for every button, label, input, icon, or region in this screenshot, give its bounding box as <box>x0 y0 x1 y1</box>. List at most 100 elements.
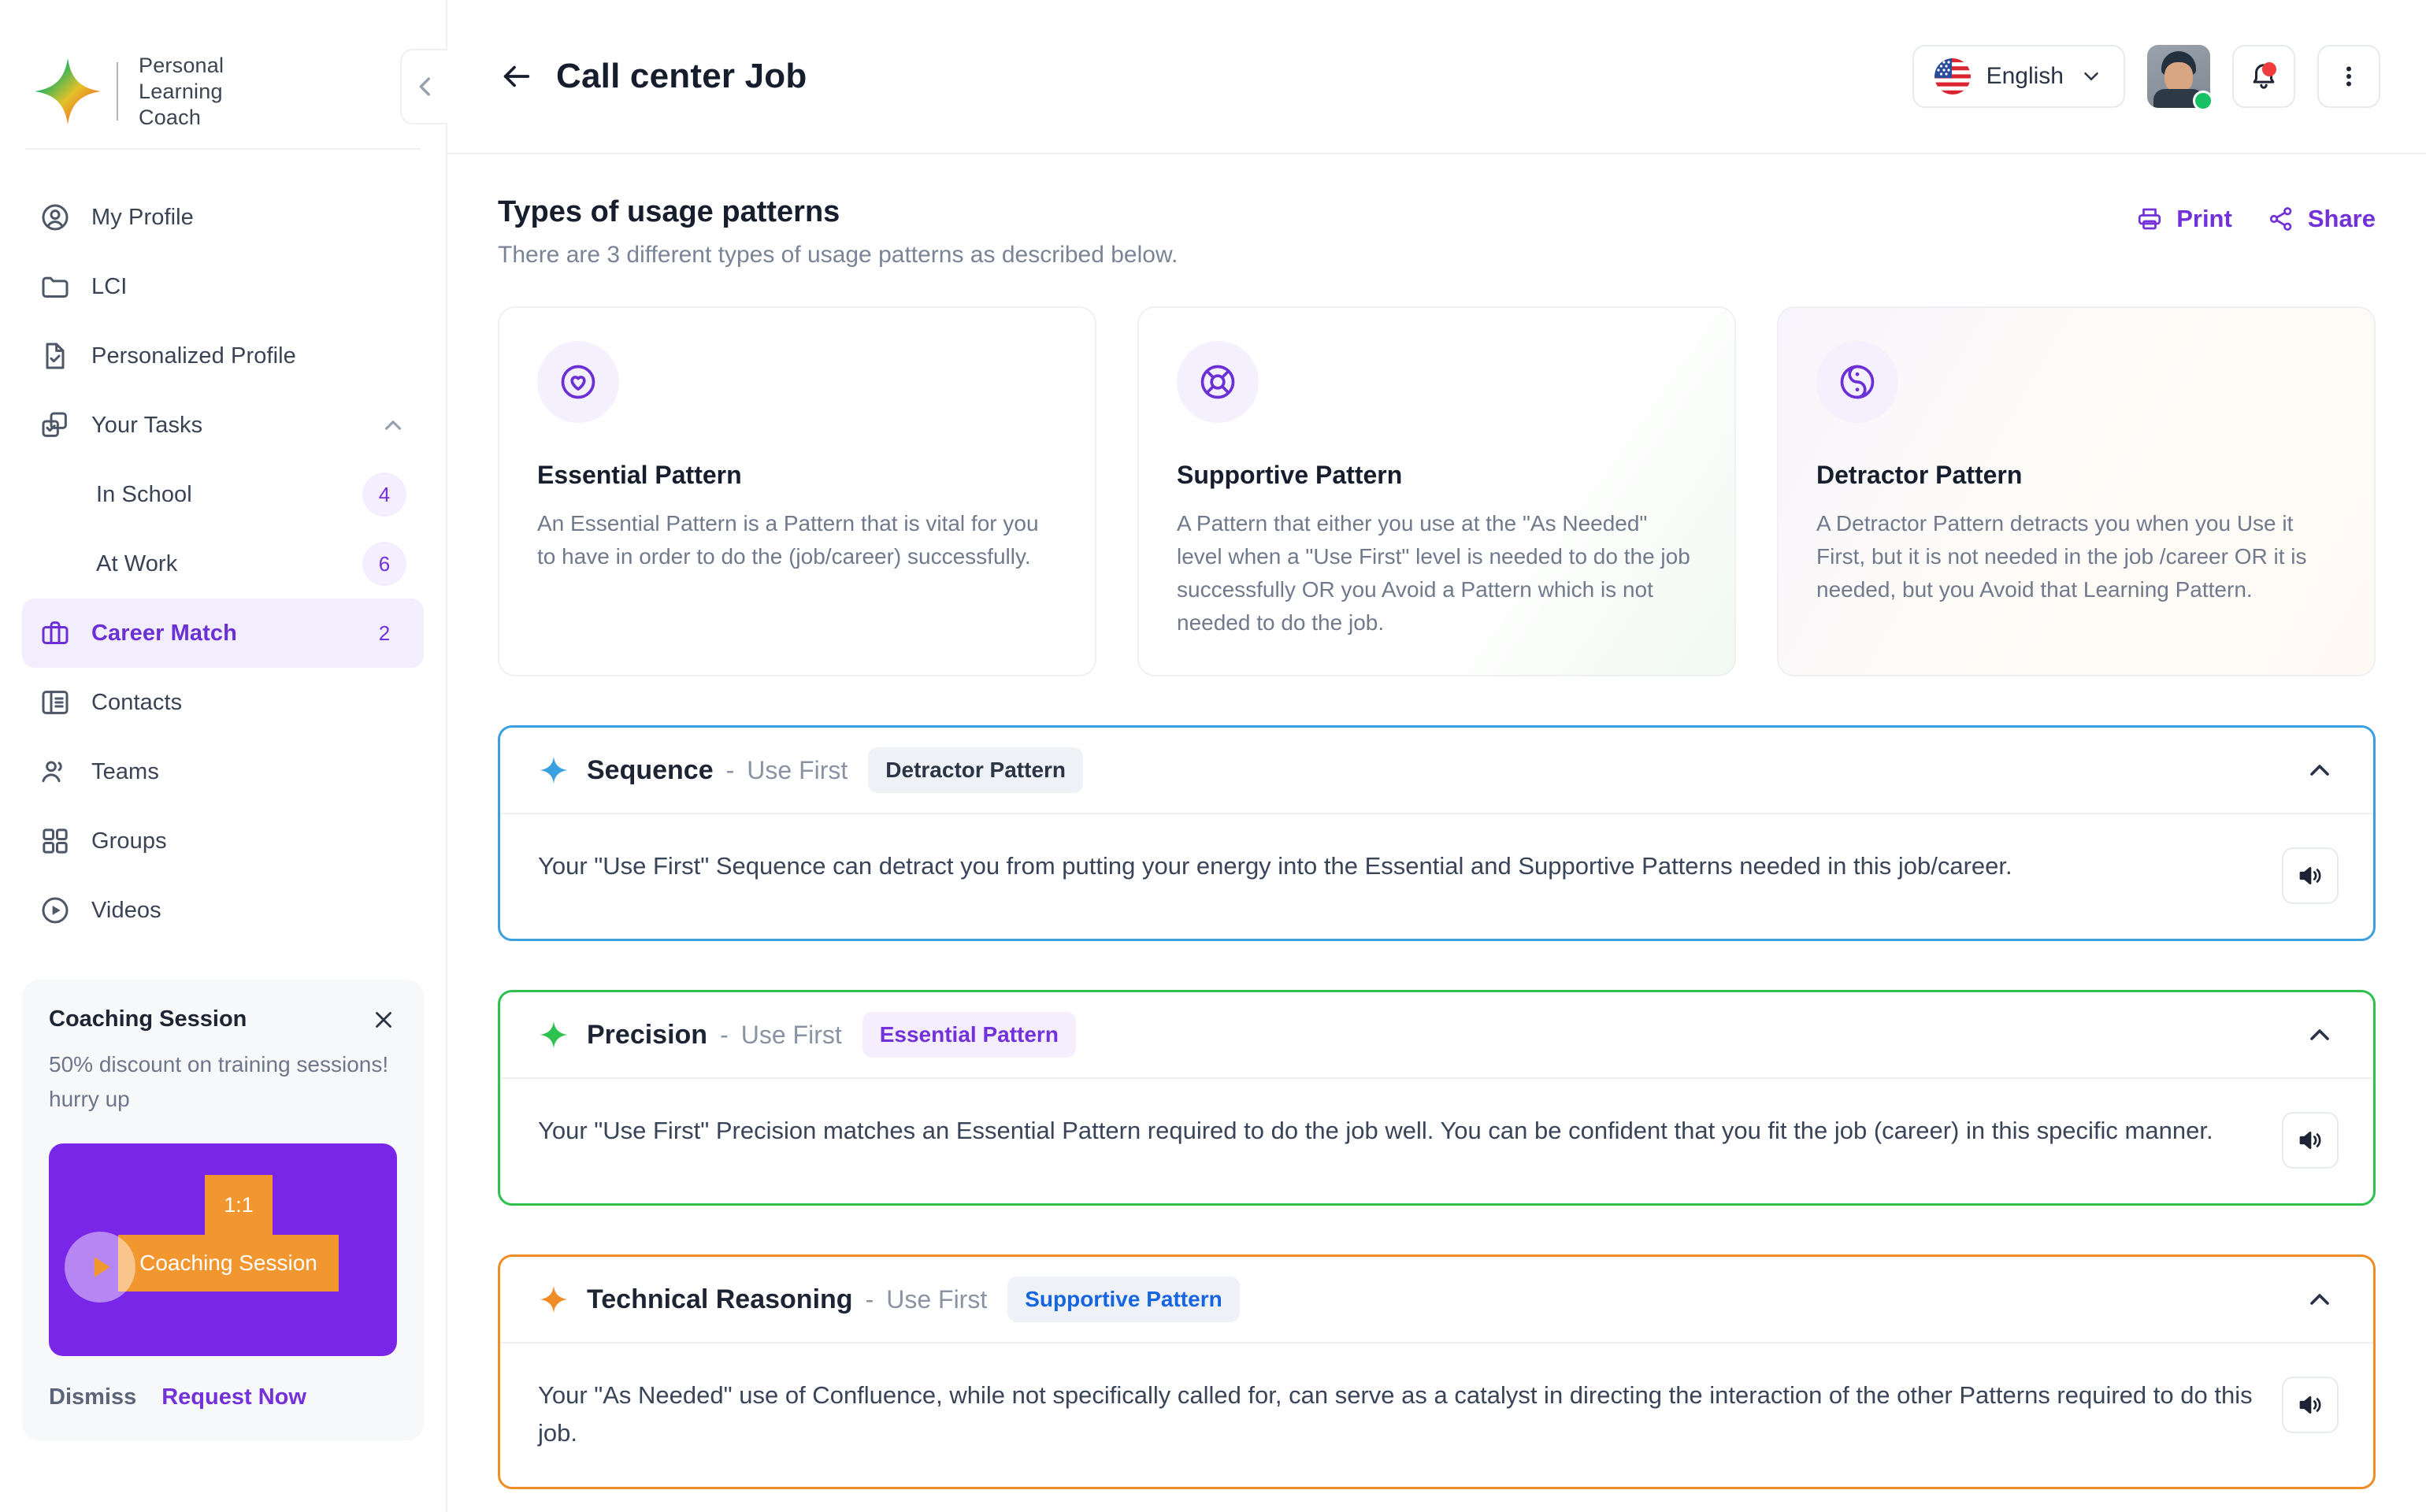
coaching-request-now-button[interactable]: Request Now <box>161 1384 306 1410</box>
brand-line-3: Coach <box>139 105 202 129</box>
sidebar-item-your-tasks[interactable]: Your Tasks <box>22 391 424 460</box>
sidebar-item-label: Career Match <box>91 620 237 646</box>
pattern-card-title: Essential Pattern <box>537 461 742 489</box>
arrow-left-icon <box>503 65 530 87</box>
heart-circle-icon <box>537 341 619 423</box>
sidebar-item-badge: 2 <box>378 621 391 645</box>
speaker-icon[interactable] <box>2282 1377 2339 1433</box>
coaching-dismiss-button[interactable]: Dismiss <box>49 1384 136 1410</box>
sidebar-collapse-button[interactable] <box>400 49 449 124</box>
notifications-button[interactable] <box>2232 45 2295 108</box>
speaker-icon[interactable] <box>2282 1112 2339 1169</box>
brand-divider <box>117 62 118 120</box>
accordion-dash: - <box>725 755 735 784</box>
sidebar-item-label: My Profile <box>91 204 194 230</box>
share-nodes-icon <box>2267 205 2295 233</box>
sidebar-item-groups[interactable]: Groups <box>22 806 424 876</box>
chevron-left-icon <box>419 77 430 96</box>
speaker-icon[interactable] <box>2282 847 2339 904</box>
sidebar-item-lci[interactable]: LCI <box>22 252 424 321</box>
chevron-up-icon[interactable] <box>2304 754 2335 786</box>
printer-icon <box>2135 205 2164 233</box>
top-bar: Call center Job English <box>447 0 2426 154</box>
sidebar-item-label: At Work <box>96 550 178 576</box>
notification-dot <box>2262 62 2276 76</box>
sparkle-icon <box>538 1019 569 1051</box>
coaching-card-header: Coaching Session <box>49 1006 397 1033</box>
play-circle-icon <box>42 897 69 924</box>
accordion-header[interactable]: Precision - Use First Essential Pattern <box>500 992 2373 1077</box>
chevron-up-icon[interactable] <box>2304 1284 2335 1315</box>
sidebar-item-in-school[interactable]: In School 4 <box>22 460 424 529</box>
pattern-card-supportive: Supportive Pattern A Pattern that either… <box>1137 306 1736 676</box>
coaching-card-actions: Dismiss Request Now <box>49 1384 397 1410</box>
tasks-copy-icon <box>42 412 67 437</box>
brand-line-1: Personal <box>139 53 224 77</box>
brand-name: Personal Learning Coach <box>139 53 224 131</box>
chevron-down-icon <box>2079 65 2103 88</box>
accordion-body: Your "Use First" Sequence can detract yo… <box>500 814 2373 939</box>
online-status-indicator <box>2193 91 2213 111</box>
accordion-body-text: Your "Use First" Sequence can detract yo… <box>538 852 2012 880</box>
pattern-card-description: An Essential Pattern is a Pattern that i… <box>537 511 1039 569</box>
section-actions: Print Share <box>2135 195 2376 233</box>
coaching-card-close-icon[interactable] <box>370 1006 397 1033</box>
sidebar-item-label: Teams <box>91 758 159 784</box>
back-button[interactable] <box>498 58 534 94</box>
pattern-card-essential: Essential Pattern An Essential Pattern i… <box>498 306 1096 676</box>
sidebar-item-personalized-profile[interactable]: Personalized Profile <box>22 321 424 391</box>
pattern-card-description: A Pattern that either you use at the "As… <box>1177 511 1690 635</box>
brand-line-2: Learning <box>139 79 223 103</box>
coaching-card-video-thumbnail[interactable]: 1:1 Coaching Session <box>49 1143 397 1356</box>
chevron-up-icon[interactable] <box>2304 1019 2335 1051</box>
accordion-title: Sequence <box>587 754 714 785</box>
sidebar: Personal Learning Coach My Profile LCI P… <box>0 0 449 1512</box>
sidebar-item-teams[interactable]: Teams <box>22 737 424 806</box>
accordion-title: Technical Reasoning <box>587 1284 853 1314</box>
sparkle-icon <box>538 1284 569 1315</box>
share-label: Share <box>2307 205 2376 232</box>
avatar[interactable] <box>2147 45 2213 111</box>
user-circle-icon <box>42 204 69 231</box>
accordion-dash: - <box>865 1284 874 1314</box>
sidebar-item-badge: 4 <box>362 472 406 517</box>
your-tasks-chevron-up-icon[interactable] <box>380 412 406 439</box>
sidebar-item-my-profile[interactable]: My Profile <box>22 183 424 252</box>
main-content: Call center Job English Types of usage p… <box>447 0 2426 1512</box>
sidebar-item-career-match[interactable]: Career Match 2 <box>22 598 424 668</box>
sidebar-item-contacts[interactable]: Contacts <box>22 668 424 737</box>
language-selector[interactable]: English <box>1912 45 2125 108</box>
pattern-card-description: A Detractor Pattern detracts you when yo… <box>1816 511 2307 602</box>
language-label: English <box>1986 63 2064 89</box>
accordion-header[interactable]: Technical Reasoning - Use First Supporti… <box>500 1257 2373 1342</box>
four-point-star-logo-icon <box>32 55 104 128</box>
sidebar-item-label: Personalized Profile <box>91 343 296 369</box>
sidebar-item-videos[interactable]: Videos <box>22 876 424 945</box>
more-options-button[interactable] <box>2317 45 2380 108</box>
accordion-body: Your "Use First" Precision matches an Es… <box>500 1079 2373 1203</box>
coaching-session-card: Coaching Session 50% discount on trainin… <box>22 980 424 1440</box>
page-title: Call center Job <box>556 57 807 95</box>
sidebar-item-label: In School <box>96 481 192 507</box>
briefcase-icon <box>42 621 69 644</box>
print-button[interactable]: Print <box>2135 205 2232 233</box>
sidebar-item-label: Contacts <box>91 689 183 715</box>
accordion-pattern-badge: Essential Pattern <box>862 1012 1076 1058</box>
accordion-pattern-badge: Supportive Pattern <box>1007 1277 1240 1322</box>
coaching-video-badge: 1:1 <box>205 1175 273 1235</box>
sidebar-item-at-work[interactable]: At Work 6 <box>22 529 424 598</box>
accordion-dash: - <box>720 1020 729 1049</box>
play-icon[interactable] <box>65 1232 135 1303</box>
share-button[interactable]: Share <box>2267 205 2376 233</box>
accordion-header[interactable]: Sequence - Use First Detractor Pattern <box>500 728 2373 813</box>
sidebar-item-badge: 6 <box>362 542 406 586</box>
accordion-level: Use First <box>747 755 848 784</box>
sidebar-item-label: Your Tasks <box>91 412 203 438</box>
sidebar-item-label: Videos <box>91 897 161 923</box>
print-label: Print <box>2176 205 2232 232</box>
app-root: Personal Learning Coach My Profile LCI P… <box>0 0 2426 1512</box>
pattern-card-title: Supportive Pattern <box>1177 461 1403 489</box>
section-title: Types of usage patterns <box>498 195 840 228</box>
accordion-body: Your "As Needed" use of Confluence, whil… <box>500 1343 2373 1487</box>
accordion-body-text: Your "Use First" Precision matches an Es… <box>538 1117 2213 1144</box>
